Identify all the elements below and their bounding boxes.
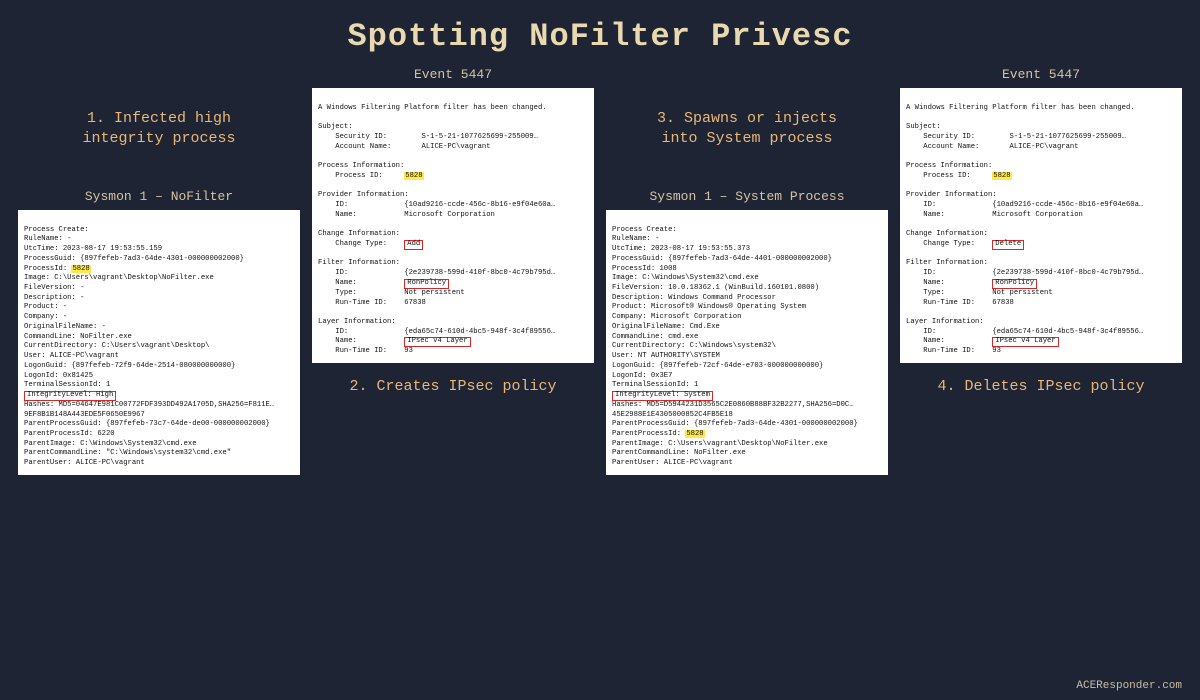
sysmon1-integrity-box: IntegrityLevel: High [24,391,116,401]
ev-add-layername: IPsec v4 Layer [404,337,470,347]
ev-add-filtid: {2e239738-599d-410f-8bc0-4c79b795d… [404,269,555,277]
sysmon1-company: - [63,313,67,321]
sysmon2-hashes: MD5=D5944231D3565C2E0860B88BF32B2277,SHA… [612,401,854,419]
ev-del-acct: ALICE-PC\vagrant [1010,143,1079,151]
sysmon1-origfile: - [102,323,106,331]
sysmon1-processguid: {897fefeb-7ad3-64de-4301-000000002000} [80,255,244,263]
ev-del-filttype: Not persistent [992,289,1052,297]
sysmon2-logonguid: {897fefeb-72cf-64de-e703-000000000000} [659,362,823,370]
sysmon2-cmdline: cmd.exe [668,333,698,341]
sysmon2-header: Process Create: [612,226,677,234]
ev-del-header: A Windows Filtering Platform filter has … [906,104,1135,112]
sysmon2-processguid: {897fefeb-7ad3-64de-4401-000000002000} [668,255,832,263]
ev-add-acct: ALICE-PC\vagrant [422,143,491,151]
ev-add-layerid: {eda65c74-610d-4bc5-948f-3c4f89556… [404,328,555,336]
sysmon1-logonguid: {897fefeb-72f9-64de-2514-080000000000} [71,362,235,370]
ev-del-pid: 5828 [992,172,1011,180]
sysmon1-integrity: High [96,391,113,399]
ev-add-provid: {10ad9216-ccde-456c-8b16-e9f04e60a… [404,201,555,209]
ev-del-filtname: RonPolicy [992,279,1037,289]
sysmon2-integrity-box: IntegrityLevel: System [612,391,713,401]
ev-add-secid: S-1-5-21-1077625699-255009… [422,133,538,141]
column-4: Event 5447 A Windows Filtering Platform … [900,61,1182,475]
ev-add-provname: Microsoft Corporation [404,211,495,219]
sysmon1-ppguid: {897fefeb-73c7-64de-de00-000000002000} [106,420,270,428]
sysmon2-ppguid: {897fefeb-7ad3-64de-4301-000000002000} [694,420,858,428]
ev-add-filttype: Not persistent [404,289,464,297]
sysmon2-ppid: 5828 [685,430,704,438]
ev-del-layerid: {eda65c74-610d-4bc5-948f-3c4f89556… [992,328,1143,336]
sysmon1-pcmdline: "C:\Windows\system32\cmd.exe" [106,449,231,457]
sysmon2-fileversion: 10.0.18362.1 (WinBuild.160101.0800) [668,284,819,292]
sysmon1-header: Process Create: [24,226,89,234]
ev-add-filtname: RonPolicy [404,279,449,289]
step-3-label: 3. Spawns or injects into System process [606,109,888,151]
ev-add-filtrtid: 67838 [404,299,426,307]
sysmon1-curdir: C:\Users\vagrant\Desktop\ [102,342,210,350]
step-4-label: 4. Deletes IPsec policy [900,377,1182,419]
sysmon2-product: Microsoft® Windows® Operating System [651,303,806,311]
sysmon1-hashes: MD5=04647E981C00772FDF393DD492A1705D,SHA… [24,401,274,419]
sysmon2-logonid: 0x3E7 [651,372,673,380]
sysmon2-description: Windows Command Processor [668,294,776,302]
ev-del-layername: IPsec v4 Layer [992,337,1058,347]
sysmon2-user: NT AUTHORITY\SYSTEM [638,352,720,360]
sysmon1-ppid: 6220 [97,430,114,438]
event5447-del-title: Event 5447 [900,67,1182,82]
ev-add-layerrtid: 93 [404,347,413,355]
ev-del-changetype: Delete [992,240,1024,250]
sysmon1-utctime: 2023-08-17 19:53:55.159 [63,245,162,253]
sysmon2-image: C:\Windows\System32\cmd.exe [642,274,758,282]
sysmon1-cmdline: NoFilter.exe [80,333,132,341]
ev-del-layerrtid: 93 [992,347,1001,355]
sysmon1-panel: Process Create: RuleName: - UtcTime: 202… [18,210,300,475]
ev-del-provname: Microsoft Corporation [992,211,1083,219]
column-1: 1. Infected high integrity process Sysmo… [18,61,300,475]
content-grid: 1. Infected high integrity process Sysmo… [0,61,1200,475]
step-2-label: 2. Creates IPsec policy [312,377,594,419]
ev-add-changetype: Add [404,240,423,250]
sysmon2-company: Microsoft Corporation [651,313,742,321]
ev-del-filtid: {2e239738-599d-410f-8bc0-4c79b795d… [992,269,1143,277]
ev-del-provid: {10ad9216-ccde-456c-8b16-e9f04e60a… [992,201,1143,209]
sysmon2-curdir: C:\Windows\system32\ [690,342,776,350]
sysmon1-processid: 5828 [71,265,90,273]
sysmon2-panel: Process Create: RuleName: - UtcTime: 202… [606,210,888,475]
event5447-add-title: Event 5447 [312,67,594,82]
step-1-label: 1. Infected high integrity process [18,109,300,151]
sysmon1-image: C:\Users\vagrant\Desktop\NoFilter.exe [54,274,214,282]
sysmon1-logonid: 0x81425 [63,372,93,380]
sysmon2-title: Sysmon 1 – System Process [606,189,888,204]
sysmon2-origfile: Cmd.Exe [690,323,720,331]
sysmon1-description: - [80,294,84,302]
sysmon2-integrity: System [684,391,710,399]
sysmon1-user: ALICE-PC\vagrant [50,352,119,360]
page-title: Spotting NoFilter Privesc [0,0,1200,61]
footer-credit: ACEResponder.com [1076,680,1182,692]
column-2: Event 5447 A Windows Filtering Platform … [312,61,594,475]
sysmon2-puser: ALICE-PC\vagrant [664,459,733,467]
ev-del-secid: S-1-5-21-1077625699-255009… [1010,133,1126,141]
sysmon2-termsess: 1 [694,381,698,389]
ev-add-header: A Windows Filtering Platform filter has … [318,104,547,112]
column-3: 3. Spawns or injects into System process… [606,61,888,475]
sysmon1-pimage: C:\Windows\System32\cmd.exe [80,440,196,448]
sysmon1-termsess: 1 [106,381,110,389]
sysmon1-rulename: - [67,235,71,243]
ev-del-filtrtid: 67838 [992,299,1014,307]
sysmon2-processid: 1008 [659,265,676,273]
ev-add-pid: 5828 [404,172,423,180]
sysmon2-utctime: 2023-08-17 19:53:55.373 [651,245,750,253]
event5447-del-panel: A Windows Filtering Platform filter has … [900,88,1182,363]
sysmon1-product: - [63,303,67,311]
sysmon2-rulename: - [655,235,659,243]
sysmon2-pcmdline: NoFilter.exe [694,449,746,457]
sysmon1-title: Sysmon 1 – NoFilter [18,189,300,204]
sysmon1-fileversion: - [80,284,84,292]
sysmon1-puser: ALICE-PC\vagrant [76,459,145,467]
sysmon2-pimage: C:\Users\vagrant\Desktop\NoFilter.exe [668,440,828,448]
event5447-add-panel: A Windows Filtering Platform filter has … [312,88,594,363]
